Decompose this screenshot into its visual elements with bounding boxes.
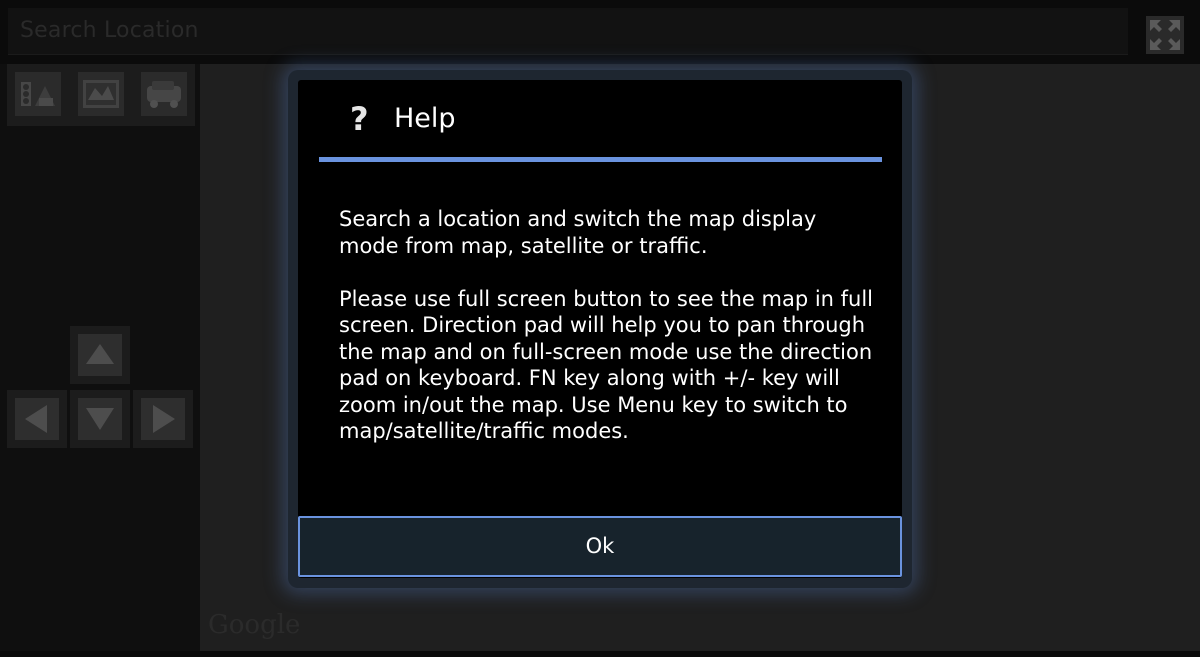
search-input[interactable]: Search Location	[8, 8, 1128, 55]
traffic-mode-icon	[21, 82, 55, 106]
bottom-strip	[0, 651, 1200, 657]
fullscreen-icon	[1150, 20, 1180, 50]
question-mark-icon: ?	[350, 100, 369, 138]
dialog-title: Help	[394, 103, 456, 134]
pan-up-button[interactable]	[70, 326, 130, 384]
help-dialog: ? Help Search a location and switch the …	[298, 80, 902, 578]
satellite-mode-icon	[147, 81, 181, 108]
map-mode-toolbar	[7, 64, 195, 126]
pan-right-button[interactable]	[133, 390, 193, 448]
arrow-down-icon	[86, 408, 114, 430]
satellite-mode-button[interactable]	[141, 72, 187, 116]
fullscreen-button[interactable]	[1146, 16, 1184, 54]
arrow-up-icon	[86, 344, 114, 364]
map-mode-icon	[83, 80, 119, 108]
search-placeholder: Search Location	[20, 18, 199, 43]
title-divider	[319, 157, 882, 162]
traffic-mode-button[interactable]	[15, 72, 61, 116]
pan-left-button[interactable]	[7, 390, 67, 448]
ok-button-label: Ok	[585, 534, 615, 558]
pan-down-button[interactable]	[70, 390, 130, 448]
arrow-right-icon	[153, 405, 175, 433]
dialog-header: ? Help	[298, 80, 902, 160]
top-bar: Search Location	[0, 0, 1200, 64]
ok-button[interactable]: Ok	[298, 516, 902, 577]
dialog-message: Search a location and switch the map dis…	[339, 207, 874, 443]
arrow-left-icon	[25, 405, 47, 433]
google-attribution: Google	[208, 610, 301, 640]
map-mode-button[interactable]	[78, 72, 124, 116]
